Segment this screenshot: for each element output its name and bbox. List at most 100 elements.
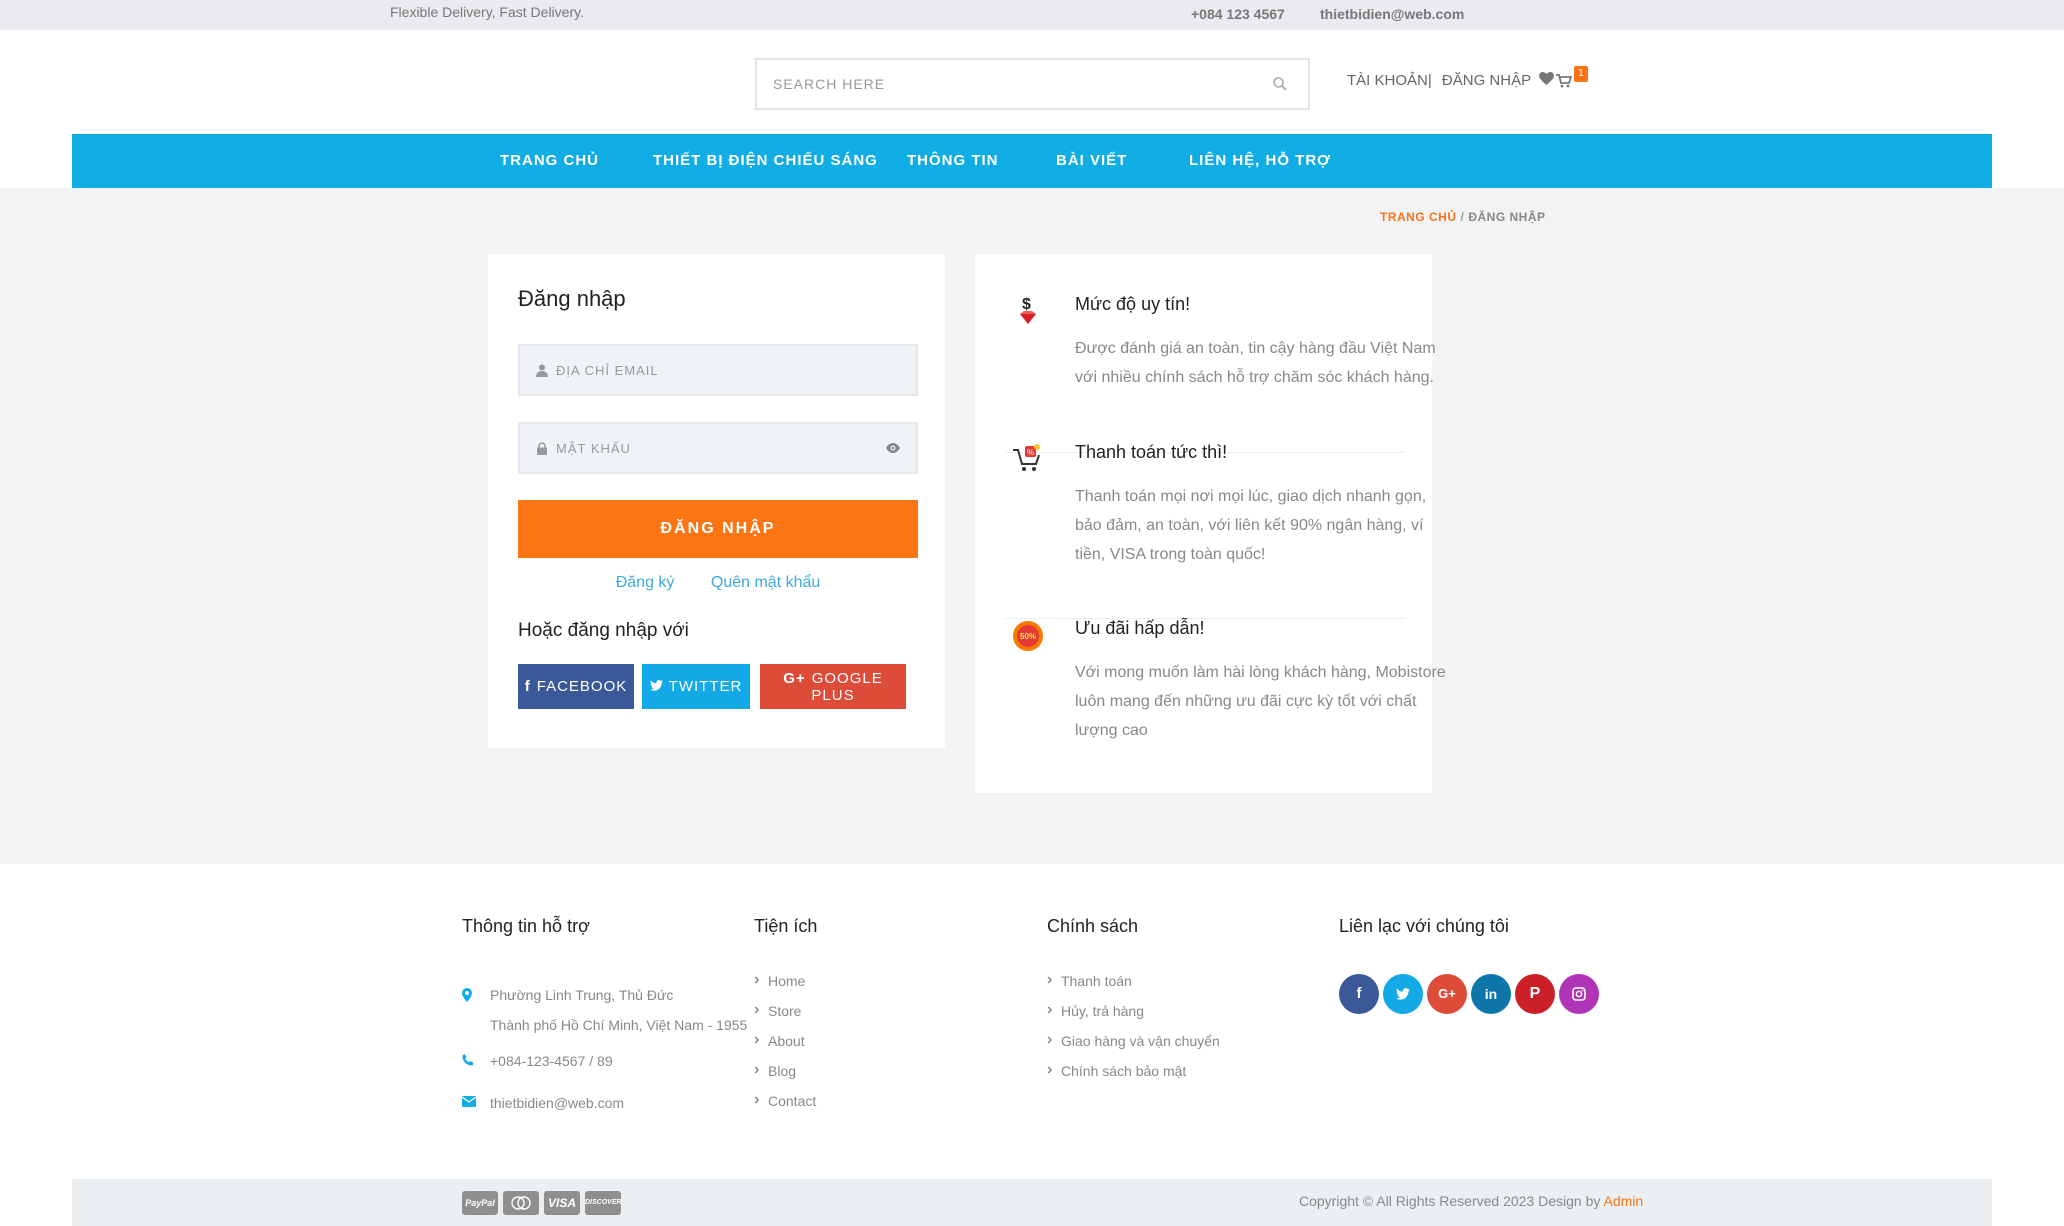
footer-policy-column: Chính sách Thanh toán Hủy, trả hàng Giao… bbox=[1047, 916, 1220, 1093]
footer-support-title: Thông tin hỗ trợ bbox=[462, 916, 590, 936]
copyright: Copyright © All Rights Reserved 2023 Des… bbox=[1299, 1193, 1643, 1209]
copyright-text: Copyright © All Rights Reserved 2023 Des… bbox=[1299, 1193, 1601, 1209]
footer-connect-title: Liên lạc với chúng tôi bbox=[1339, 916, 1509, 936]
svg-text:50%: 50% bbox=[1020, 632, 1036, 641]
login-panel: Đăng nhập ĐĂNG NHẬP Đăng ký Quên mật khẩ… bbox=[488, 254, 945, 748]
pinterest-icon[interactable]: P bbox=[1515, 974, 1555, 1014]
email-field bbox=[518, 344, 918, 396]
footer-link-returns[interactable]: Hủy, trả hàng bbox=[1047, 1001, 1220, 1033]
twitter-icon[interactable] bbox=[1383, 974, 1423, 1014]
footer-contact-info: Phường Linh Trung, Thủ Đức Thành phố Hồ … bbox=[462, 980, 747, 1130]
footer-link-about[interactable]: About bbox=[754, 1031, 817, 1063]
twitter-login-button[interactable]: TWITTER bbox=[642, 664, 750, 709]
facebook-icon[interactable]: f bbox=[1339, 974, 1379, 1014]
header: TÀI KHOẢN| ĐĂNG NHẬP 1 bbox=[0, 30, 2064, 134]
envelope-icon bbox=[462, 1096, 476, 1107]
footer-phone[interactable]: +084-123-4567 / 89 bbox=[490, 1053, 613, 1069]
google-label: GOOGLE PLUS bbox=[811, 669, 883, 704]
map-pin-icon bbox=[462, 988, 472, 1002]
facebook-icon: f bbox=[524, 678, 531, 695]
nav-item-blog[interactable]: BÀI VIẾT bbox=[1056, 152, 1127, 169]
divider bbox=[1005, 618, 1405, 619]
bottom-bar: PayPal VISA DISCOVER Copyright © All Rig… bbox=[72, 1179, 1992, 1226]
main-content: TRANG CHỦ/ĐĂNG NHẬP Đăng nhập ĐĂNG NHẬP … bbox=[0, 188, 2064, 864]
facebook-login-button[interactable]: f FACEBOOK bbox=[518, 664, 634, 709]
register-link[interactable]: Đăng ký bbox=[616, 574, 675, 591]
twitter-label: TWITTER bbox=[668, 678, 743, 695]
address-line1: Phường Linh Trung, Thủ Đức bbox=[490, 987, 674, 1003]
login-button[interactable]: ĐĂNG NHẬP bbox=[518, 500, 918, 558]
account-link[interactable]: TÀI KHOẢN| bbox=[1347, 72, 1432, 89]
nav-item-home[interactable]: TRANG CHỦ bbox=[500, 152, 599, 169]
account-links: TÀI KHOẢN| ĐĂNG NHẬP bbox=[1347, 72, 1554, 89]
payment-cart-icon: % bbox=[1013, 444, 1040, 471]
eye-icon[interactable] bbox=[886, 442, 900, 454]
visa-icon: VISA bbox=[544, 1191, 580, 1215]
trust-icon: $ bbox=[1020, 296, 1036, 324]
footer-connect-column: Liên lạc với chúng tôi bbox=[1339, 916, 1509, 937]
svg-text:%: % bbox=[1027, 448, 1034, 457]
footer-link-payment[interactable]: Thanh toán bbox=[1047, 971, 1220, 1003]
email-input[interactable] bbox=[520, 346, 850, 394]
footer-email[interactable]: thietbidien@web.com bbox=[490, 1095, 624, 1111]
google-login-button[interactable]: G+ GOOGLE PLUS bbox=[760, 664, 906, 709]
footer-link-store[interactable]: Store bbox=[754, 1001, 817, 1033]
top-bar: Flexible Delivery, Fast Delivery. +084 1… bbox=[0, 0, 2064, 30]
features-panel: $ Mức độ uy tín! Được đánh giá an toàn, … bbox=[975, 254, 1446, 793]
cart[interactable]: 1 bbox=[1556, 66, 1596, 96]
breadcrumb-current: ĐĂNG NHẬP bbox=[1468, 210, 1546, 224]
nav-item-lighting[interactable]: THIẾT BỊ ĐIỆN CHIẾU SÁNG bbox=[653, 152, 878, 169]
feature-title: Thanh toán tức thì! bbox=[1075, 442, 1228, 462]
discount-badge-icon: 50% bbox=[1013, 621, 1043, 651]
lock-icon bbox=[537, 442, 547, 455]
footer: Thông tin hỗ trợ Phường Linh Trung, Thủ … bbox=[0, 864, 2064, 1179]
footer-support-column: Thông tin hỗ trợ bbox=[462, 916, 590, 937]
footer-utilities-title: Tiện ích bbox=[754, 916, 818, 936]
policy-list: Thanh toán Hủy, trả hàng Giao hàng và vậ… bbox=[1047, 971, 1220, 1093]
phone: +084-123-4567 / 89 bbox=[462, 1046, 747, 1076]
search-icon[interactable] bbox=[1272, 76, 1288, 92]
footer-link-blog[interactable]: Blog bbox=[754, 1061, 817, 1093]
twitter-icon bbox=[649, 680, 663, 691]
login-link[interactable]: ĐĂNG NHẬP bbox=[1442, 72, 1531, 89]
forgot-password-link[interactable]: Quên mật khẩu bbox=[711, 574, 820, 591]
footer-link-privacy[interactable]: Chính sách bảo mật bbox=[1047, 1061, 1220, 1093]
nav-item-contact[interactable]: LIÊN HỆ, HỖ TRỢ bbox=[1189, 152, 1331, 169]
cart-count-badge: 1 bbox=[1574, 66, 1588, 82]
login-links: Đăng ký Quên mật khẩu bbox=[518, 574, 918, 592]
login-title: Đăng nhập bbox=[518, 286, 626, 311]
address: Phường Linh Trung, Thủ Đức Thành phố Hồ … bbox=[462, 980, 747, 1040]
svg-text:$: $ bbox=[1022, 296, 1031, 313]
footer-link-home[interactable]: Home bbox=[754, 971, 817, 1003]
phone-icon bbox=[462, 1054, 474, 1066]
feature-text: Được đánh giá an toàn, tin cậy hàng đầu … bbox=[1075, 340, 1436, 386]
cart-icon[interactable] bbox=[1556, 74, 1572, 88]
user-icon bbox=[536, 364, 548, 377]
google-plus-icon[interactable]: G+ bbox=[1427, 974, 1467, 1014]
topbar-phone[interactable]: +084 123 4567 bbox=[1191, 6, 1285, 22]
mastercard-icon bbox=[503, 1191, 539, 1215]
author-link[interactable]: Admin bbox=[1603, 1193, 1643, 1209]
social-login-heading: Hoặc đăng nhập với bbox=[518, 620, 689, 641]
nav-item-info[interactable]: THÔNG TIN bbox=[907, 152, 999, 169]
password-input[interactable] bbox=[520, 424, 850, 472]
feature-text: Với mong muốn làm hài lòng khách hàng, M… bbox=[1075, 664, 1446, 739]
footer-link-shipping[interactable]: Giao hàng và vận chuyển bbox=[1047, 1031, 1220, 1063]
breadcrumb-separator: / bbox=[1460, 210, 1465, 224]
topbar-email[interactable]: thietbidien@web.com bbox=[1320, 6, 1464, 22]
discover-icon: DISCOVER bbox=[585, 1191, 622, 1215]
password-field bbox=[518, 422, 918, 474]
heart-icon[interactable] bbox=[1539, 72, 1554, 85]
instagram-icon[interactable] bbox=[1559, 974, 1599, 1014]
linkedin-icon[interactable]: in bbox=[1471, 974, 1511, 1014]
search-input[interactable] bbox=[757, 60, 1227, 108]
email: thietbidien@web.com bbox=[462, 1088, 747, 1118]
footer-link-contact[interactable]: Contact bbox=[754, 1091, 817, 1123]
footer-utilities-column: Tiện ích Home Store About Blog Contact bbox=[754, 916, 817, 1123]
footer-policy-title: Chính sách bbox=[1047, 916, 1139, 936]
main-nav: TRANG CHỦ THIẾT BỊ ĐIỆN CHIẾU SÁNG THÔNG… bbox=[72, 134, 1992, 188]
breadcrumb-home[interactable]: TRANG CHỦ bbox=[1380, 210, 1457, 224]
google-plus-icon: G+ bbox=[783, 669, 806, 687]
feature-title: Ưu đãi hấp dẫn! bbox=[1075, 618, 1205, 638]
facebook-label: FACEBOOK bbox=[536, 678, 628, 695]
